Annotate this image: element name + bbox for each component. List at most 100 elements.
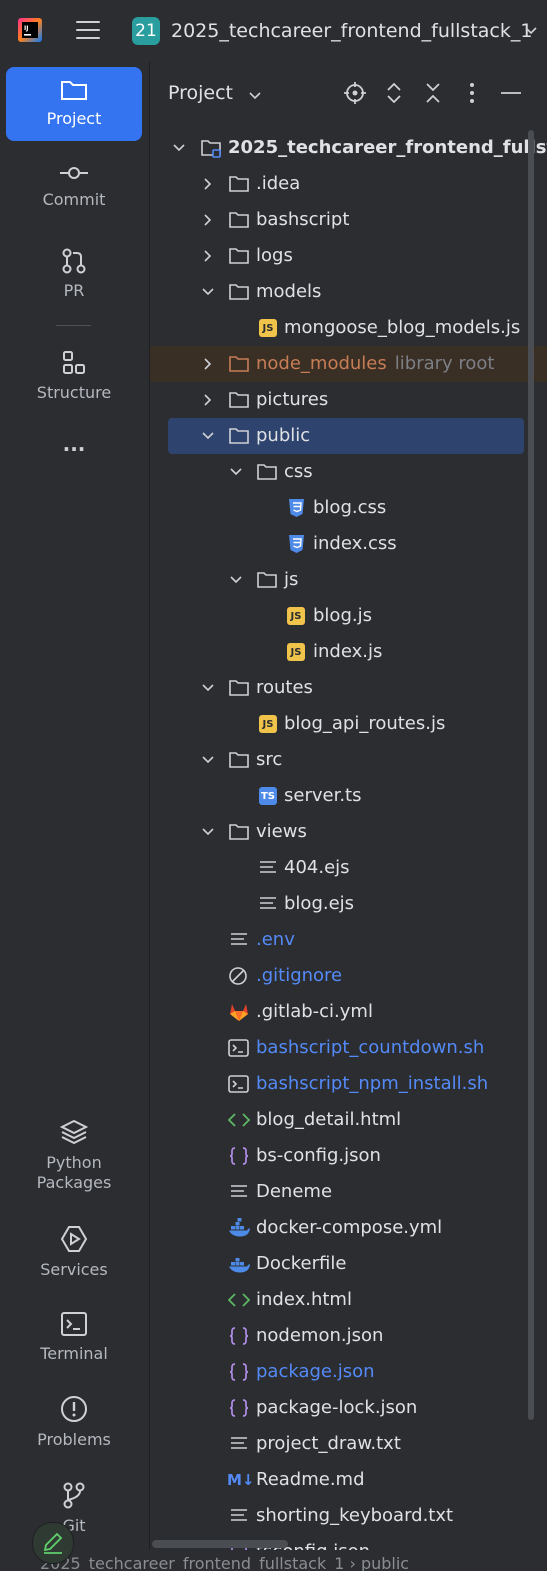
tree-row-bs-config[interactable]: bs-config.json [150, 1138, 547, 1174]
tree-row-index-css[interactable]: index.css [150, 526, 547, 562]
chevron-down-icon[interactable] [201, 681, 215, 695]
vertical-scrollbar[interactable] [528, 130, 534, 1420]
tree-row-bashscript-countdown[interactable]: bashscript_countdown.sh [150, 1030, 547, 1066]
pull-request-icon [62, 248, 86, 274]
expand-all-icon[interactable] [381, 80, 407, 106]
tree-row-deneme[interactable]: Deneme [150, 1174, 547, 1210]
tree-row-dockerfile[interactable]: Dockerfile [150, 1246, 547, 1282]
tree-item-label: public [256, 425, 311, 446]
text-file-icon [260, 897, 276, 909]
tree-row-docker-compose[interactable]: docker-compose.yml [150, 1210, 547, 1246]
docker-icon [229, 1218, 250, 1237]
terminal-tool-button[interactable]: Terminal [6, 1310, 142, 1364]
tree-row-blog-js[interactable]: JS blog.js [150, 598, 547, 634]
more-tools-button[interactable]: ... [6, 432, 142, 456]
horizontal-scrollbar[interactable] [152, 1540, 288, 1548]
terminal-icon [61, 1312, 87, 1336]
chevron-down-icon[interactable] [172, 141, 186, 155]
tree-row-index-html[interactable]: index.html [150, 1282, 547, 1318]
text-file-icon [231, 1437, 247, 1449]
tree-row-root[interactable]: 2025_techcareer_frontend_fullstack_1 [150, 130, 547, 166]
tree-row-server-ts[interactable]: TS server.ts [150, 778, 547, 814]
tree-row-index-js[interactable]: JS index.js [150, 634, 547, 670]
tree-row-nodemon[interactable]: nodemon.json [150, 1318, 547, 1354]
tree-row-pictures[interactable]: pictures [150, 382, 547, 418]
pr-tool-button[interactable]: PR [6, 247, 142, 301]
tree-row-mongoose-blog-models[interactable]: JS mongoose_blog_models.js [150, 310, 547, 346]
shell-script-icon [228, 1075, 249, 1093]
chevron-down-icon[interactable] [201, 285, 215, 299]
problems-tool-label: Problems [37, 1430, 111, 1449]
tree-item-label: project_draw.txt [256, 1433, 401, 1454]
tree-row-404-ejs[interactable]: 404.ejs [150, 850, 547, 886]
tree-row-js[interactable]: js [150, 562, 547, 598]
tree-item-label: bashscript_npm_install.sh [256, 1073, 489, 1094]
tree-item-label: package-lock.json [256, 1397, 418, 1418]
css-file-icon [289, 499, 304, 517]
options-icon[interactable] [459, 80, 485, 106]
tree-row-routes[interactable]: routes [150, 670, 547, 706]
tree-row-gitignore[interactable]: .gitignore [150, 958, 547, 994]
tree-row-project-draw[interactable]: project_draw.txt [150, 1426, 547, 1462]
tree-row-env[interactable]: .env [150, 922, 547, 958]
tree-item-label: blog_api_routes.js [284, 713, 446, 734]
intellij-logo-icon[interactable]: IJ [18, 18, 42, 42]
chevron-down-icon[interactable] [524, 24, 538, 38]
main-menu-icon[interactable] [76, 18, 102, 42]
chevron-down-icon[interactable] [248, 89, 262, 103]
panel-title[interactable]: Project [168, 80, 233, 106]
tree-row-bashscript-npm-install[interactable]: bashscript_npm_install.sh [150, 1066, 547, 1102]
chevron-down-icon[interactable] [201, 429, 215, 443]
tree-row-blog-detail-html[interactable]: blog_detail.html [150, 1102, 547, 1138]
edit-button[interactable] [32, 1522, 74, 1564]
python-packages-tool-button[interactable]: Python Packages [6, 1117, 142, 1193]
tree-row-src[interactable]: src [150, 742, 547, 778]
problems-tool-button[interactable]: Problems [6, 1394, 142, 1450]
tree-item-label: Deneme [256, 1181, 333, 1202]
chevron-right-icon[interactable] [201, 393, 215, 407]
json-file-icon [229, 1363, 249, 1381]
tree-row-blog-ejs[interactable]: blog.ejs [150, 886, 547, 922]
json-file-icon [229, 1399, 249, 1417]
shell-script-icon [228, 1039, 249, 1057]
tree-item-label: bs-config.json [256, 1145, 381, 1166]
collapse-all-icon[interactable] [420, 80, 446, 106]
tree-row-gitlab-ci[interactable]: .gitlab-ci.yml [150, 994, 547, 1030]
tree-item-label: bashscript [256, 209, 350, 230]
chevron-right-icon[interactable] [201, 249, 215, 263]
tree-row-shorting-keyboard[interactable]: shorting_keyboard.txt [150, 1498, 547, 1534]
project-badge[interactable]: 21 [132, 17, 160, 45]
chevron-down-icon[interactable] [229, 465, 243, 479]
tree-row-views[interactable]: views [150, 814, 547, 850]
chevron-down-icon[interactable] [201, 753, 215, 767]
status-breadcrumb[interactable]: 2025_techcareer_frontend_fullstack_1 › p… [40, 1550, 409, 1571]
tree-row-css[interactable]: css [150, 454, 547, 490]
tree-row-node-modules[interactable]: node_modules library root [150, 346, 547, 382]
chevron-right-icon[interactable] [201, 177, 215, 191]
locate-icon[interactable] [342, 80, 368, 106]
chevron-down-icon[interactable] [229, 573, 243, 587]
tree-row-idea[interactable]: .idea [150, 166, 547, 202]
tree-row-logs[interactable]: logs [150, 238, 547, 274]
structure-tool-button[interactable]: Structure [6, 349, 142, 403]
tree-row-bashscript[interactable]: bashscript [150, 202, 547, 238]
project-tool-button[interactable]: Project [6, 67, 142, 141]
tree-row-models[interactable]: models [150, 274, 547, 310]
project-switcher[interactable]: 2025_techcareer_frontend_fullstack_1 [171, 18, 532, 44]
services-tool-button[interactable]: Services [6, 1224, 142, 1280]
tree-item-label: package.json [256, 1361, 375, 1382]
tree-row-blog-api-routes[interactable]: JS blog_api_routes.js [150, 706, 547, 742]
tree-row-package-lock[interactable]: package-lock.json [150, 1390, 547, 1426]
tree-row-public[interactable]: public [168, 418, 524, 454]
tree-row-blog-css[interactable]: blog.css [150, 490, 547, 526]
git-tool-button[interactable]: Git [6, 1480, 142, 1536]
tree-row-package-json[interactable]: package.json [150, 1354, 547, 1390]
chevron-down-icon[interactable] [201, 825, 215, 839]
chevron-right-icon[interactable] [201, 213, 215, 227]
minimize-icon[interactable] [498, 80, 524, 106]
tree-item-label: index.js [313, 641, 383, 662]
chevron-right-icon[interactable] [201, 357, 215, 371]
commit-tool-button[interactable]: Commit [6, 162, 142, 210]
css-file-icon [289, 535, 304, 553]
tree-row-readme[interactable]: M↓ Readme.md [150, 1462, 547, 1498]
